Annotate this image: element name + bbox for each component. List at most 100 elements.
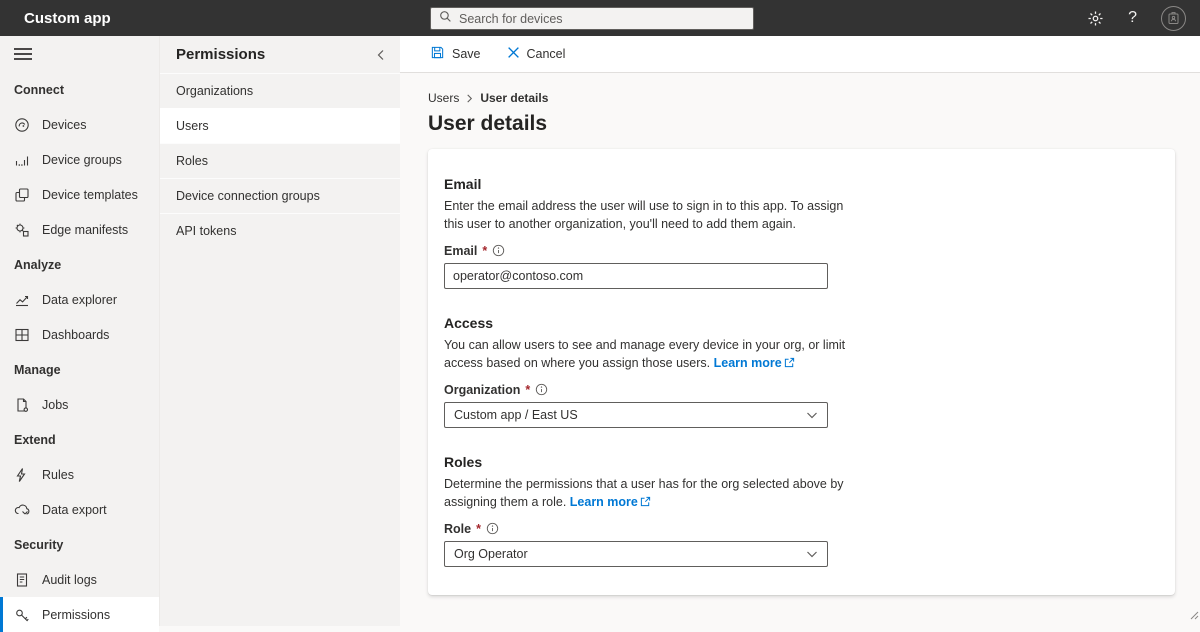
nav-header-analyze: Analyze xyxy=(0,247,159,282)
panel-item-users[interactable]: Users xyxy=(160,108,400,143)
device-templates-icon xyxy=(14,187,30,203)
edge-manifests-icon xyxy=(14,222,30,238)
role-dropdown-value: Org Operator xyxy=(454,547,528,561)
sidebar-item-data-explorer[interactable]: Data explorer xyxy=(0,282,159,317)
external-link-icon xyxy=(784,357,795,368)
info-icon[interactable] xyxy=(486,522,499,535)
sidebar-item-device-groups[interactable]: Device groups xyxy=(0,142,159,177)
sidebar-item-label: Device templates xyxy=(42,188,138,202)
section-title: Email xyxy=(444,176,1159,192)
access-learn-more-link[interactable]: Learn more xyxy=(714,356,795,370)
panel-item-label: Users xyxy=(176,119,209,133)
sidebar-item-permissions[interactable]: Permissions xyxy=(0,597,159,632)
section-description: Enter the email address the user will us… xyxy=(444,197,848,233)
nav-header-security: Security xyxy=(0,527,159,562)
panel-item-label: Device connection groups xyxy=(176,189,320,203)
email-field[interactable] xyxy=(444,263,828,289)
organization-dropdown[interactable]: Custom app / East US xyxy=(444,402,828,428)
page-title: User details xyxy=(428,112,1200,136)
required-marker: * xyxy=(482,244,487,258)
resize-grip-icon[interactable] xyxy=(1190,607,1199,625)
user-details-card: Email Enter the email address the user w… xyxy=(428,149,1175,595)
topbar: Custom app ? xyxy=(0,0,1200,36)
panel-item-organizations[interactable]: Organizations xyxy=(160,73,400,108)
sidebar-item-label: Data export xyxy=(42,503,107,517)
sidebar-item-rules[interactable]: Rules xyxy=(0,457,159,492)
cancel-label: Cancel xyxy=(527,47,566,61)
sidebar-item-edge-manifests[interactable]: Edge manifests xyxy=(0,212,159,247)
sidebar-item-label: Data explorer xyxy=(42,293,117,307)
data-export-icon xyxy=(14,502,30,518)
chevron-down-icon xyxy=(806,409,818,421)
email-section: Email Enter the email address the user w… xyxy=(444,176,1159,289)
save-button[interactable]: Save xyxy=(430,45,481,63)
breadcrumb: Users User details xyxy=(428,91,1200,105)
app-frame: Connect Devices Device groups xyxy=(0,36,1200,626)
required-marker: * xyxy=(476,522,481,536)
breadcrumb-users-link[interactable]: Users xyxy=(428,91,459,105)
sidebar-item-data-export[interactable]: Data export xyxy=(0,492,159,527)
section-title: Access xyxy=(444,315,1159,331)
organization-dropdown-value: Custom app / East US xyxy=(454,408,578,422)
panel-item-api-tokens[interactable]: API tokens xyxy=(160,213,400,248)
main-area: Save Cancel Users User details xyxy=(400,36,1200,626)
sidebar-item-device-templates[interactable]: Device templates xyxy=(0,177,159,212)
global-search[interactable] xyxy=(430,7,754,30)
email-field-label: Email xyxy=(444,244,477,258)
nav-header-connect: Connect xyxy=(0,72,159,107)
panel-item-label: Roles xyxy=(176,154,208,168)
avatar-icon[interactable] xyxy=(1161,6,1186,31)
access-section: Access You can allow users to see and ma… xyxy=(444,315,1159,428)
left-nav: Connect Devices Device groups xyxy=(0,36,160,626)
gear-icon[interactable] xyxy=(1087,10,1104,27)
role-field-label: Role xyxy=(444,522,471,536)
help-icon[interactable]: ? xyxy=(1128,9,1137,27)
command-bar: Save Cancel xyxy=(400,36,1200,73)
organization-field-label: Organization xyxy=(444,383,520,397)
permissions-panel: Permissions Organizations Users Roles De… xyxy=(160,36,400,626)
chevron-right-icon xyxy=(465,94,474,103)
save-icon xyxy=(430,45,445,63)
external-link-icon xyxy=(640,496,651,507)
hamburger-menu-icon[interactable] xyxy=(14,47,32,61)
chevron-left-icon[interactable] xyxy=(375,49,387,61)
required-marker: * xyxy=(525,383,530,397)
search-icon xyxy=(439,10,452,28)
topbar-actions: ? xyxy=(1087,0,1186,36)
content-area: Users User details User details Email En… xyxy=(400,73,1200,626)
nav-header-extend: Extend xyxy=(0,422,159,457)
sidebar-item-label: Permissions xyxy=(42,608,110,622)
sidebar-item-label: Device groups xyxy=(42,153,122,167)
panel-item-roles[interactable]: Roles xyxy=(160,143,400,178)
panel-title: Permissions xyxy=(176,46,265,63)
sidebar-item-label: Audit logs xyxy=(42,573,97,587)
device-groups-icon xyxy=(14,152,30,168)
sidebar-item-devices[interactable]: Devices xyxy=(0,107,159,142)
devices-icon xyxy=(14,117,30,133)
info-icon[interactable] xyxy=(535,383,548,396)
panel-item-label: Organizations xyxy=(176,84,253,98)
close-icon xyxy=(507,46,520,62)
permissions-icon xyxy=(14,607,30,623)
role-dropdown[interactable]: Org Operator xyxy=(444,541,828,567)
sidebar-item-audit-logs[interactable]: Audit logs xyxy=(0,562,159,597)
app-title[interactable]: Custom app xyxy=(24,10,111,27)
audit-logs-icon xyxy=(14,572,30,588)
nav-header-manage: Manage xyxy=(0,352,159,387)
sidebar-item-label: Edge manifests xyxy=(42,223,128,237)
data-explorer-icon xyxy=(14,292,30,308)
cancel-button[interactable]: Cancel xyxy=(507,46,566,62)
panel-item-label: API tokens xyxy=(176,224,236,238)
sidebar-item-dashboards[interactable]: Dashboards xyxy=(0,317,159,352)
search-input[interactable] xyxy=(459,12,745,26)
save-label: Save xyxy=(452,47,481,61)
sidebar-item-label: Dashboards xyxy=(42,328,109,342)
info-icon[interactable] xyxy=(492,244,505,257)
dashboards-icon xyxy=(14,327,30,343)
roles-learn-more-link[interactable]: Learn more xyxy=(570,495,651,509)
sidebar-item-jobs[interactable]: Jobs xyxy=(0,387,159,422)
roles-section: Roles Determine the permissions that a u… xyxy=(444,454,1159,567)
section-title: Roles xyxy=(444,454,1159,470)
panel-item-device-connection-groups[interactable]: Device connection groups xyxy=(160,178,400,213)
sidebar-item-label: Jobs xyxy=(42,398,68,412)
